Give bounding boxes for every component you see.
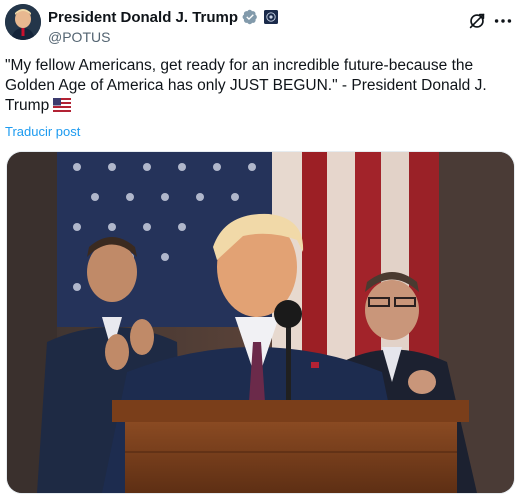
- avatar[interactable]: [5, 4, 41, 40]
- author-display-name[interactable]: President Donald J. Trump: [48, 9, 238, 26]
- government-seal-icon[interactable]: [264, 10, 279, 24]
- post-photo[interactable]: [6, 151, 515, 494]
- post-text: "My fellow Americans, get ready for an i…: [5, 56, 510, 116]
- post-photo-image: [7, 152, 514, 493]
- post-header: President Donald J. Trump @POTUS: [5, 4, 518, 45]
- grok-icon[interactable]: [466, 10, 488, 32]
- us-flag-emoji-icon: [53, 98, 72, 112]
- more-options-icon[interactable]: [492, 10, 514, 32]
- translate-post-link[interactable]: Traducir post: [5, 124, 80, 139]
- profile-photo-icon: [5, 4, 41, 40]
- verified-badge-icon[interactable]: [242, 9, 258, 25]
- author-handle[interactable]: @POTUS: [48, 29, 278, 45]
- post-body-text: "My fellow Americans, get ready for an i…: [5, 57, 487, 114]
